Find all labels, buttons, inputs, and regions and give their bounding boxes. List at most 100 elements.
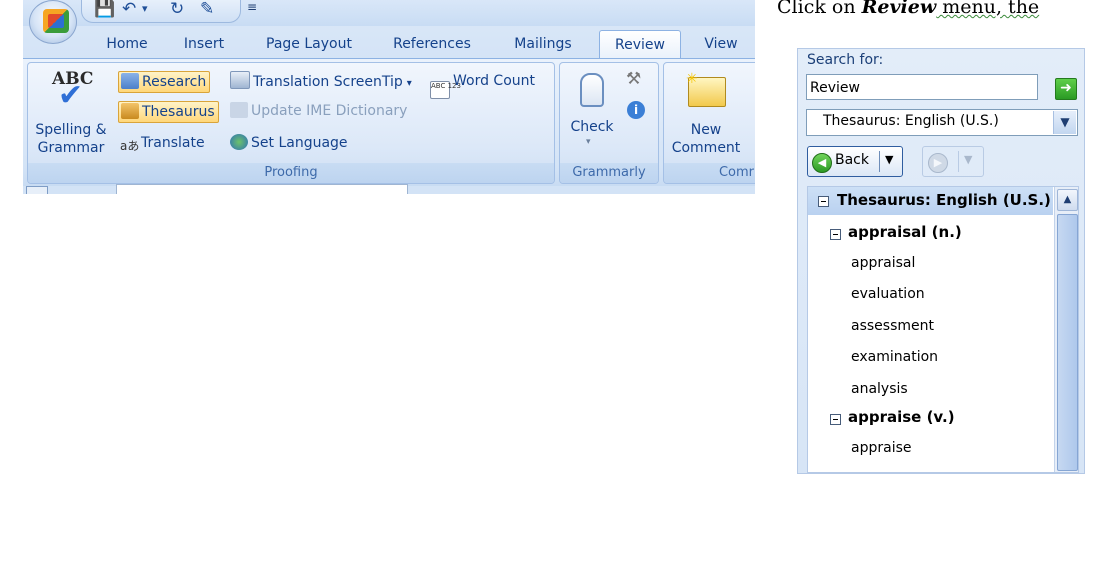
back-button[interactable]: ◀ Back ▼ <box>807 146 903 177</box>
ime-dictionary-icon <box>230 102 248 118</box>
back-separator <box>879 151 880 172</box>
screentip-dropdown-icon: ▾ <box>406 78 412 89</box>
synonym-item[interactable]: evaluation <box>851 286 925 302</box>
forward-dropdown-icon: ▼ <box>964 153 973 166</box>
update-ime-label: Update IME Dictionary <box>251 103 408 119</box>
document-page-top <box>116 184 408 194</box>
translation-screentip-button[interactable]: Translation ScreenTip ▾ <box>230 71 412 94</box>
instruction-text: Click on Review menu, the <box>777 0 1039 18</box>
back-dropdown-icon[interactable]: ▼ <box>885 153 893 166</box>
set-language-button[interactable]: Set Language <box>230 133 348 153</box>
qat-more-icon[interactable]: ≡ <box>247 0 257 14</box>
comments-group-label: Comr <box>664 163 755 183</box>
check-dropdown-icon: ▾ <box>586 137 591 147</box>
entry-heading[interactable]: appraise (v.) <box>848 408 955 426</box>
collapse-icon[interactable] <box>830 414 841 425</box>
set-language-label: Set Language <box>251 135 348 151</box>
info-icon[interactable]: i <box>627 101 645 119</box>
forward-arrow-icon: ▶ <box>928 153 948 173</box>
results-scrollbar[interactable]: ▲ <box>1054 187 1078 472</box>
thesaurus-label: Thesaurus <box>142 104 215 120</box>
thesaurus-button[interactable]: Thesaurus <box>118 101 219 123</box>
forward-button: ▶ ▼ <box>922 146 984 177</box>
collapse-icon[interactable] <box>818 196 829 207</box>
scroll-up-icon[interactable]: ▲ <box>1057 189 1078 211</box>
tab-view[interactable]: View <box>693 30 749 58</box>
new-comment-label-line2: Comment <box>671 140 741 156</box>
instruction-trailing: menu, the <box>936 0 1040 18</box>
synonym-item[interactable]: assessment <box>851 318 934 334</box>
microscope-icon <box>580 73 604 107</box>
tab-references[interactable]: References <box>387 30 477 58</box>
new-comment-button[interactable]: ✳ New Comment <box>668 69 744 157</box>
synonym-item[interactable]: examination <box>851 349 938 365</box>
comments-group: ✳ New Comment Comr <box>663 62 755 184</box>
results-header-label: Thesaurus: English (U.S.) <box>837 191 1051 209</box>
translate-label: Translate <box>141 135 205 151</box>
word-count-icon: ABC 123 <box>430 81 461 99</box>
arrow-right-icon: ➜ <box>1060 80 1072 96</box>
instruction-emphasis: Review <box>861 0 937 18</box>
update-ime-dictionary-button: Update IME Dictionary <box>230 101 407 121</box>
start-search-button[interactable]: ➜ <box>1055 78 1077 100</box>
word-ribbon-screenshot: 💾 ↶ ▾ ↻ ✎ ≡ Home Insert Page Layout Refe… <box>23 0 755 194</box>
undo-dropdown-icon[interactable]: ▾ <box>142 0 148 18</box>
tab-mailings[interactable]: Mailings <box>507 30 579 58</box>
research-pane: Search for: Review ➜ Thesaurus: English … <box>797 48 1085 474</box>
save-icon[interactable]: 💾 <box>94 0 115 18</box>
new-comment-label-line1: New <box>690 122 722 138</box>
translate-button[interactable]: aあ Translate <box>120 133 205 153</box>
ribbon-body: ABC ✔ Spelling & Grammar Research Thesau… <box>23 58 755 194</box>
screentip-icon <box>230 71 250 89</box>
grammarly-check-button[interactable]: Check ▾ <box>566 71 618 155</box>
research-icon <box>121 73 139 89</box>
customize-qat-icon[interactable]: ✎ <box>200 0 214 18</box>
search-for-label: Search for: <box>807 52 884 68</box>
collapse-icon[interactable] <box>830 229 841 240</box>
grammarly-group: Check ▾ ⚒ i Grammarly <box>559 62 659 184</box>
word-count-button[interactable]: ABC 123Word Count <box>430 71 535 99</box>
research-button[interactable]: Research <box>118 71 211 93</box>
chevron-down-icon[interactable]: ▼ <box>1053 111 1076 134</box>
office-button[interactable] <box>29 0 77 44</box>
instruction-lead: Click on <box>777 0 862 18</box>
forward-separator <box>958 151 959 172</box>
synonym-item[interactable]: appraise <box>851 440 911 456</box>
sparkle-icon: ✳ <box>686 71 698 87</box>
synonym-item[interactable]: appraisal <box>851 255 915 271</box>
set-language-icon <box>230 134 248 150</box>
undo-icon[interactable]: ↶ <box>122 0 136 18</box>
check-label: Check <box>570 119 614 135</box>
results-header[interactable]: Thesaurus: English (U.S.) <box>808 187 1053 215</box>
back-arrow-icon: ◀ <box>812 153 832 173</box>
proofing-group: ABC ✔ Spelling & Grammar Research Thesau… <box>27 62 555 184</box>
tab-page-layout[interactable]: Page Layout <box>261 30 357 58</box>
reference-source-select[interactable]: Thesaurus: English (U.S.) ▼ <box>806 109 1078 136</box>
results-list: Thesaurus: English (U.S.) appraisal (n.)… <box>807 186 1079 473</box>
tab-home[interactable]: Home <box>99 30 155 58</box>
entry-heading[interactable]: appraisal (n.) <box>848 223 962 241</box>
spelling-grammar-button[interactable]: ABC ✔ Spelling & Grammar <box>34 67 108 156</box>
translate-icon: aあ <box>120 139 140 153</box>
translation-screentip-label: Translation ScreenTip <box>253 74 403 90</box>
search-input[interactable]: Review <box>806 74 1038 100</box>
spelling-label-line1: Spelling & <box>35 122 107 138</box>
grammarly-group-label: Grammarly <box>560 163 658 183</box>
tab-review[interactable]: Review <box>599 30 681 59</box>
research-label: Research <box>142 74 207 90</box>
spelling-label-line2: Grammar <box>37 140 105 156</box>
proofing-group-label: Proofing <box>28 163 554 183</box>
synonym-item[interactable]: analysis <box>851 381 908 397</box>
tools-icon[interactable]: ⚒ <box>626 69 641 89</box>
reference-source-value: Thesaurus: English (U.S.) <box>823 113 999 129</box>
scrollbar-thumb[interactable] <box>1057 214 1078 471</box>
office-logo-icon <box>43 9 69 33</box>
checkmark-icon: ✔ <box>58 78 84 113</box>
ruler-toggle[interactable] <box>26 186 48 194</box>
thesaurus-icon <box>121 103 139 119</box>
tab-insert[interactable]: Insert <box>175 30 233 58</box>
word-count-label: Word Count <box>453 73 536 89</box>
quick-access-toolbar: 💾 ↶ ▾ ↻ ✎ <box>81 0 241 23</box>
redo-icon[interactable]: ↻ <box>170 0 184 18</box>
back-label: Back <box>835 152 869 168</box>
